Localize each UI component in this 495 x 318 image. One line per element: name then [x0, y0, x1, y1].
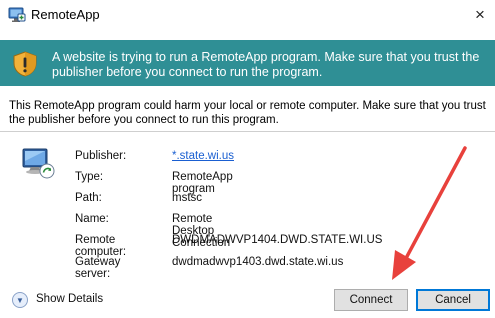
warning-banner: A website is trying to run a RemoteApp p… — [0, 40, 495, 86]
show-details-toggle[interactable]: ▼ — [12, 292, 28, 308]
separator — [0, 131, 495, 132]
connect-button[interactable]: Connect — [334, 289, 408, 311]
gateway-server-value: dwdmadwvp1403.dwd.state.wi.us — [172, 256, 344, 268]
shield-warning-icon — [13, 51, 37, 77]
title-bar: RemoteApp × — [0, 0, 495, 30]
show-details-button[interactable]: Show Details — [36, 293, 103, 305]
close-icon: × — [475, 5, 485, 24]
gateway-server-label: Gateway server: — [75, 256, 121, 280]
cancel-button[interactable]: Cancel — [416, 289, 490, 311]
remote-computer-value: DWDMADWVP1404.DWD.STATE.WI.US — [172, 234, 383, 246]
chevron-down-icon: ▼ — [16, 295, 24, 305]
path-label: Path: — [75, 192, 102, 204]
path-value: mstsc — [172, 192, 203, 204]
remoteapp-dialog: RemoteApp × A website is trying to run a… — [0, 0, 495, 318]
warning-description: This RemoteApp program could harm your l… — [9, 100, 486, 126]
dialog-footer: ▼ Show Details Connect Cancel — [0, 284, 495, 318]
remote-computer-label: Remote computer: — [75, 234, 127, 258]
warning-message: A website is trying to run a RemoteApp p… — [52, 50, 480, 79]
remoteapp-icon — [8, 7, 26, 22]
close-button[interactable]: × — [465, 0, 495, 30]
window-title: RemoteApp — [31, 7, 100, 22]
publisher-link[interactable]: *.state.wi.us — [172, 150, 234, 162]
publisher-label: Publisher: — [75, 150, 127, 162]
remote-desktop-icon — [22, 148, 55, 179]
type-label: Type: — [75, 171, 104, 183]
name-label: Name: — [75, 213, 109, 225]
